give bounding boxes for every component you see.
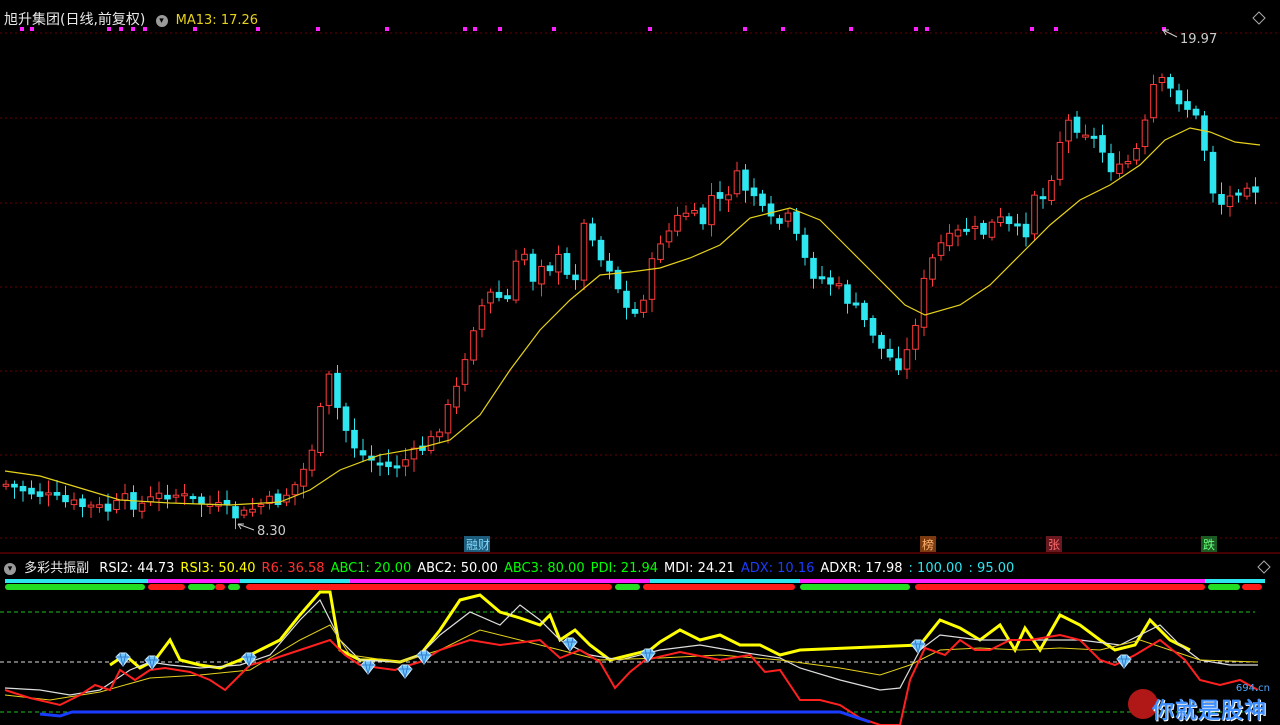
diamond-marker-icon bbox=[397, 664, 413, 679]
settings-diamond-icon[interactable] bbox=[1252, 11, 1266, 25]
main-title: 旭升集团(日线,前复权) bbox=[4, 12, 146, 28]
indicator-6: PDI: 21.94 bbox=[590, 561, 659, 576]
indicator-8: ADX: 10.16 bbox=[740, 561, 815, 576]
indicator-9: ADXR: 17.98 bbox=[820, 561, 903, 576]
watermark: 694.cn 你就是股神 bbox=[1128, 683, 1278, 724]
main-grid bbox=[0, 32, 1280, 539]
main-header: 旭升集团(日线,前复权) ▾ MA13: 17.26 bbox=[4, 9, 258, 29]
chart-canvas: 19.97 8.30 融财 榜 张 跌 bbox=[0, 11, 1280, 725]
indicator-list: RSI2: 44.73 RSI3: 50.40 R6: 36.58 ABC1: 20.… bbox=[93, 561, 1014, 576]
indicator-1: RSI3: 50.40 bbox=[180, 561, 256, 576]
svg-text:张: 张 bbox=[1048, 538, 1060, 552]
diamond-marker-icon bbox=[144, 655, 160, 670]
diamond-marker-icon bbox=[562, 637, 578, 652]
sub-title: 多彩共振副 bbox=[24, 561, 90, 576]
ma13-label: MA13: 17.26 bbox=[175, 13, 259, 28]
diamond-marker-icon bbox=[360, 660, 376, 675]
indicator-5: ABC3: 80.00 bbox=[503, 561, 585, 576]
indicator-7: MDI: 24.21 bbox=[664, 561, 735, 576]
resonance-band bbox=[5, 579, 1265, 590]
diamond-marker-icon bbox=[115, 652, 131, 667]
diamond-marker-icon bbox=[640, 648, 656, 663]
indicator-2: R6: 36.58 bbox=[261, 561, 325, 576]
high-price-label: 19.97 bbox=[1180, 32, 1217, 47]
rsi2-line bbox=[4, 598, 1258, 696]
candlestick-series bbox=[2, 73, 1259, 530]
indicator-3: ABC1: 20.00 bbox=[330, 561, 412, 576]
sub-settings-diamond-icon[interactable] bbox=[1257, 560, 1271, 574]
sub-header: ▾ 多彩共振副 RSI2: 44.73 RSI3: 50.40 R6: 36.58 A… bbox=[4, 557, 1014, 576]
diamond-marker-icon bbox=[1116, 654, 1132, 669]
svg-text:跌: 跌 bbox=[1203, 537, 1215, 552]
sub-gear-icon[interactable]: ▾ bbox=[4, 563, 16, 575]
adx-line bbox=[39, 710, 871, 724]
event-tag-zhang[interactable]: 张 bbox=[1046, 536, 1062, 552]
low-price-label: 8.30 bbox=[257, 524, 286, 539]
indicator-4: ABC2: 50.00 bbox=[417, 561, 498, 576]
indicator-10: : 100.00 bbox=[908, 561, 963, 576]
low-annotation: 8.30 bbox=[237, 523, 286, 539]
gear-icon[interactable]: ▾ bbox=[155, 15, 168, 27]
svg-text:榜: 榜 bbox=[922, 537, 934, 552]
event-tag-rongcai[interactable]: 融财 bbox=[464, 536, 490, 552]
indicator-11: : 95.00 bbox=[968, 561, 1015, 576]
event-tag-die[interactable]: 跌 bbox=[1201, 536, 1217, 552]
event-tag-bang[interactable]: 榜 bbox=[920, 536, 936, 552]
ma13-line bbox=[4, 127, 1261, 506]
indicator-0: RSI2: 44.73 bbox=[99, 561, 175, 576]
watermark-text: 你就是股神 bbox=[1152, 699, 1268, 724]
svg-text:融财: 融财 bbox=[466, 538, 490, 552]
